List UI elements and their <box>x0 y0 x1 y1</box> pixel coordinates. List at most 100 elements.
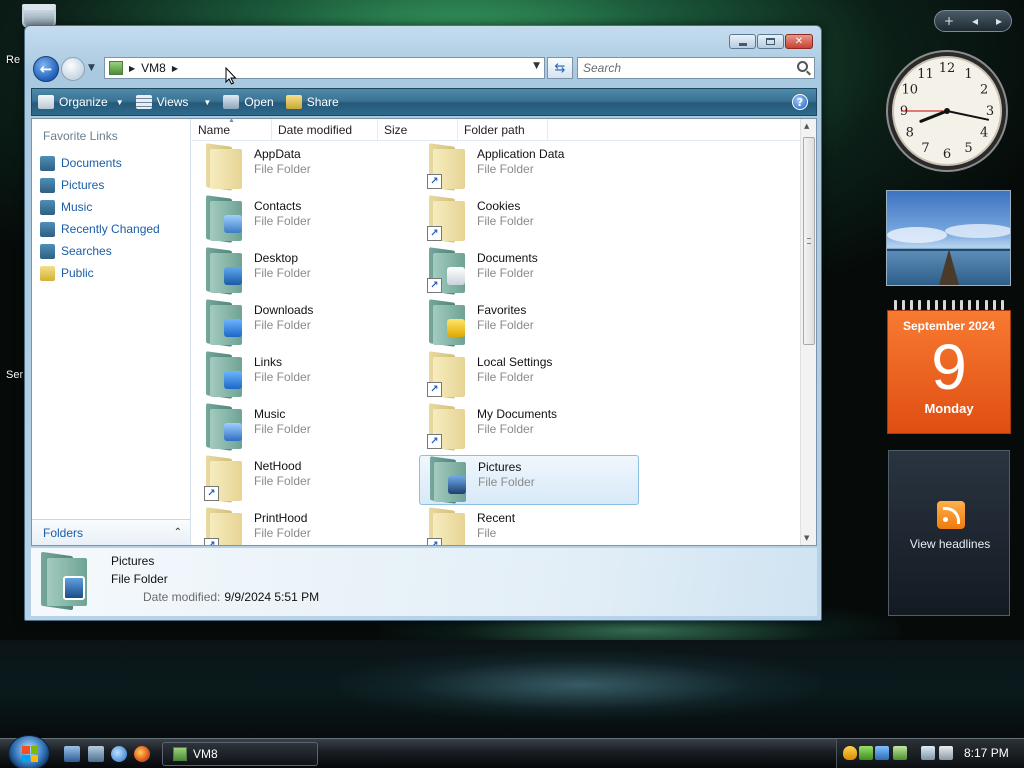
file-item-recent[interactable]: ↗ RecentFile <box>419 507 639 545</box>
folder-icon <box>428 456 468 504</box>
back-button[interactable]: ← <box>33 56 59 82</box>
update-check-icon[interactable] <box>859 746 873 760</box>
previous-gadgets-button[interactable]: ◂ <box>972 14 978 28</box>
sidebar-item-public[interactable]: Public <box>38 262 188 284</box>
folder-icon <box>204 143 244 191</box>
folders-label: Folders <box>43 525 84 540</box>
file-item-pictures[interactable]: Pictures File Folder <box>419 455 639 505</box>
breadcrumb-location[interactable]: VM8 <box>141 61 166 75</box>
close-button[interactable]: ✕ <box>785 34 813 49</box>
view-headlines-link[interactable]: View headlines <box>889 537 1011 551</box>
open-button[interactable]: Open <box>217 90 279 114</box>
add-gadget-button[interactable]: + <box>944 14 954 28</box>
file-item-nethood[interactable]: ↗ NetHood File Folder <box>196 455 416 505</box>
vm-tools-icon[interactable] <box>893 746 907 760</box>
file-item-appdata[interactable]: AppData File Folder <box>196 143 416 193</box>
explorer-window: ✕ ← ▼ ▶ VM8 ▶ ▼ ⇆ Organize ▼ Views ▼ <box>24 25 822 621</box>
folder-icon: ↗ <box>427 403 467 451</box>
network-status-icon[interactable] <box>875 746 889 760</box>
security-shield-icon[interactable] <box>843 746 857 760</box>
sidebar-item-documents[interactable]: Documents <box>38 152 188 174</box>
switch-windows-icon[interactable] <box>88 746 104 762</box>
refresh-button[interactable]: ⇆ <box>547 57 573 79</box>
volume-muted-icon[interactable] <box>939 746 953 760</box>
sidebar-item-music[interactable]: Music <box>38 196 188 218</box>
scroll-down-icon[interactable]: ▼ <box>804 534 809 542</box>
file-type: File Folder <box>477 162 534 176</box>
slideshow-gadget[interactable] <box>886 190 1013 286</box>
organize-button[interactable]: Organize ▼ <box>32 90 130 114</box>
share-button[interactable]: Share <box>280 90 345 114</box>
forward-button[interactable] <box>61 57 85 81</box>
file-item-cookies[interactable]: ↗ Cookies File Folder <box>419 195 639 245</box>
column-header-label: Folder path <box>464 123 525 137</box>
calendar-gadget[interactable]: September 2024 9 Monday <box>887 300 1011 434</box>
file-item-text: My Documents File Folder <box>477 403 557 437</box>
documents-emblem-icon <box>447 267 465 285</box>
searches-icon <box>40 243 55 259</box>
address-dropdown-icon[interactable]: ▼ <box>533 61 540 71</box>
shortcut-arrow-icon: ↗ <box>427 226 442 241</box>
column-header-name[interactable]: Name ▲ <box>192 117 272 141</box>
recent-pages-dropdown[interactable]: ▼ <box>88 63 95 73</box>
views-button[interactable]: Views ▼ <box>130 90 218 114</box>
firefox-icon[interactable] <box>134 746 150 762</box>
folders-toggle[interactable]: Folders ⌃ <box>32 519 190 545</box>
file-type: File Folder <box>254 474 311 488</box>
taskbar-clock[interactable]: 8:17 PM <box>964 746 1009 760</box>
search-box[interactable] <box>577 57 815 79</box>
breadcrumb-chevron-icon[interactable]: ▶ <box>129 64 135 73</box>
feed-headlines-gadget[interactable]: View headlines <box>888 450 1010 616</box>
scroll-up-icon[interactable]: ▲ <box>804 122 809 130</box>
sidebar-item-pictures[interactable]: Pictures <box>38 174 188 196</box>
next-gadgets-button[interactable]: ▸ <box>996 14 1002 28</box>
file-item-desktop[interactable]: Desktop File Folder <box>196 247 416 297</box>
internet-explorer-icon[interactable] <box>111 746 127 762</box>
file-item-links[interactable]: Links File Folder <box>196 351 416 401</box>
clock-gadget[interactable]: 1 2 3 4 5 6 7 8 9 10 11 12 <box>884 48 1010 174</box>
start-button[interactable] <box>8 735 50 768</box>
file-item-text: Cookies File Folder <box>477 195 534 229</box>
documents-icon <box>40 155 55 171</box>
file-item-documents[interactable]: ↗ Documents File Folder <box>419 247 639 297</box>
column-header-size[interactable]: Size <box>378 119 458 141</box>
file-item-contacts[interactable]: Contacts File Folder <box>196 195 416 245</box>
search-icon[interactable] <box>797 61 808 72</box>
show-desktop-icon[interactable] <box>64 746 80 762</box>
file-item-favorites[interactable]: Favorites File Folder <box>419 299 639 349</box>
maximize-button[interactable] <box>757 34 784 49</box>
clock-numeral: 12 <box>939 61 956 76</box>
file-item-printhood[interactable]: ↗ PrintHoodFile Folder <box>196 507 416 545</box>
network-connection-icon[interactable] <box>921 746 935 760</box>
minimize-button[interactable] <box>729 34 756 49</box>
address-bar[interactable]: ▶ VM8 ▶ ▼ <box>104 57 545 79</box>
folder-icon: ↗ <box>427 507 467 545</box>
file-item-music[interactable]: Music File Folder <box>196 403 416 453</box>
user-folder-icon <box>173 747 187 761</box>
scrollbar-thumb[interactable] <box>803 137 815 345</box>
sidebar-item-searches[interactable]: Searches <box>38 240 188 262</box>
vertical-scrollbar[interactable]: ▲ ▼ <box>800 119 816 545</box>
search-input[interactable] <box>578 58 778 78</box>
file-type: File Folder <box>478 475 535 489</box>
file-item-application-data[interactable]: ↗ Application Data File Folder <box>419 143 639 193</box>
folder-icon: ↗ <box>427 143 467 191</box>
favorites-emblem-icon <box>447 319 465 337</box>
desktop-icon-label-1[interactable]: Re <box>6 54 20 66</box>
file-item-my-documents[interactable]: ↗ My Documents File Folder <box>419 403 639 453</box>
file-name: NetHood <box>254 459 302 473</box>
desktop-icon-label-2[interactable]: Ser <box>6 369 23 381</box>
breadcrumb-chevron-icon[interactable]: ▶ <box>172 64 178 73</box>
sidebar-item-recently-changed[interactable]: Recently Changed <box>38 218 188 240</box>
file-type: File Folder <box>477 266 534 280</box>
pictures-folder-icon <box>39 551 95 612</box>
column-header-label: Size <box>384 123 408 137</box>
file-item-downloads[interactable]: Downloads File Folder <box>196 299 416 349</box>
column-header-date-modified[interactable]: Date modified <box>272 119 378 141</box>
file-item-local-settings[interactable]: ↗ Local Settings File Folder <box>419 351 639 401</box>
taskbar-window-button[interactable]: VM8 <box>162 742 318 766</box>
column-header-folder-path[interactable]: Folder path <box>458 119 548 141</box>
help-button[interactable]: ? <box>792 94 808 110</box>
file-type: File Folder <box>254 266 311 280</box>
rss-feed-icon <box>937 501 965 529</box>
